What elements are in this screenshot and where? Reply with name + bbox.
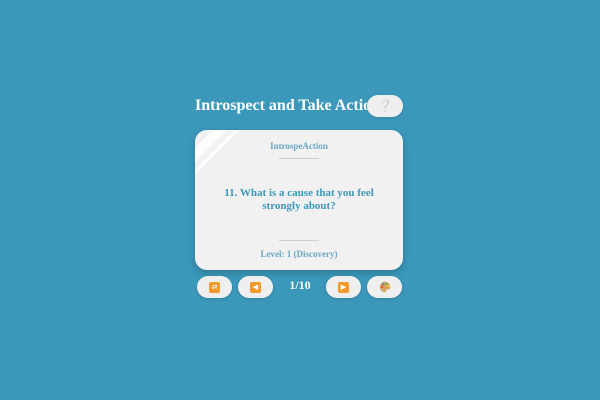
previous-icon: ◀ [250,281,261,293]
next-icon: ▶ [338,281,349,293]
header: Introspect and Take Action ❔ [195,95,403,117]
shuffle-icon: ⇄ [209,281,220,293]
theme-button[interactable] [367,276,402,298]
card-question: 11. What is a cause that you feel strong… [224,187,374,212]
previous-button[interactable]: ◀ [238,276,273,298]
card-controls: ⇄ ◀ 1/10 ▶ [0,276,600,300]
card-divider-top [279,158,319,159]
card-level: Level: 1 (Discovery) [260,249,338,259]
card-counter: 1/10 [289,278,311,292]
page-title: Introspect and Take Action [195,97,381,114]
card-divider-bottom [279,240,319,241]
shuffle-button[interactable]: ⇄ [197,276,232,298]
question-card: IntrospeAction 11. What is a cause that … [195,130,403,270]
question-mark-icon: ❔ [377,98,393,113]
palette-icon [379,281,390,293]
next-button[interactable]: ▶ [326,276,361,298]
card-brand: IntrospeAction [270,141,328,151]
help-button[interactable]: ❔ [367,95,403,117]
